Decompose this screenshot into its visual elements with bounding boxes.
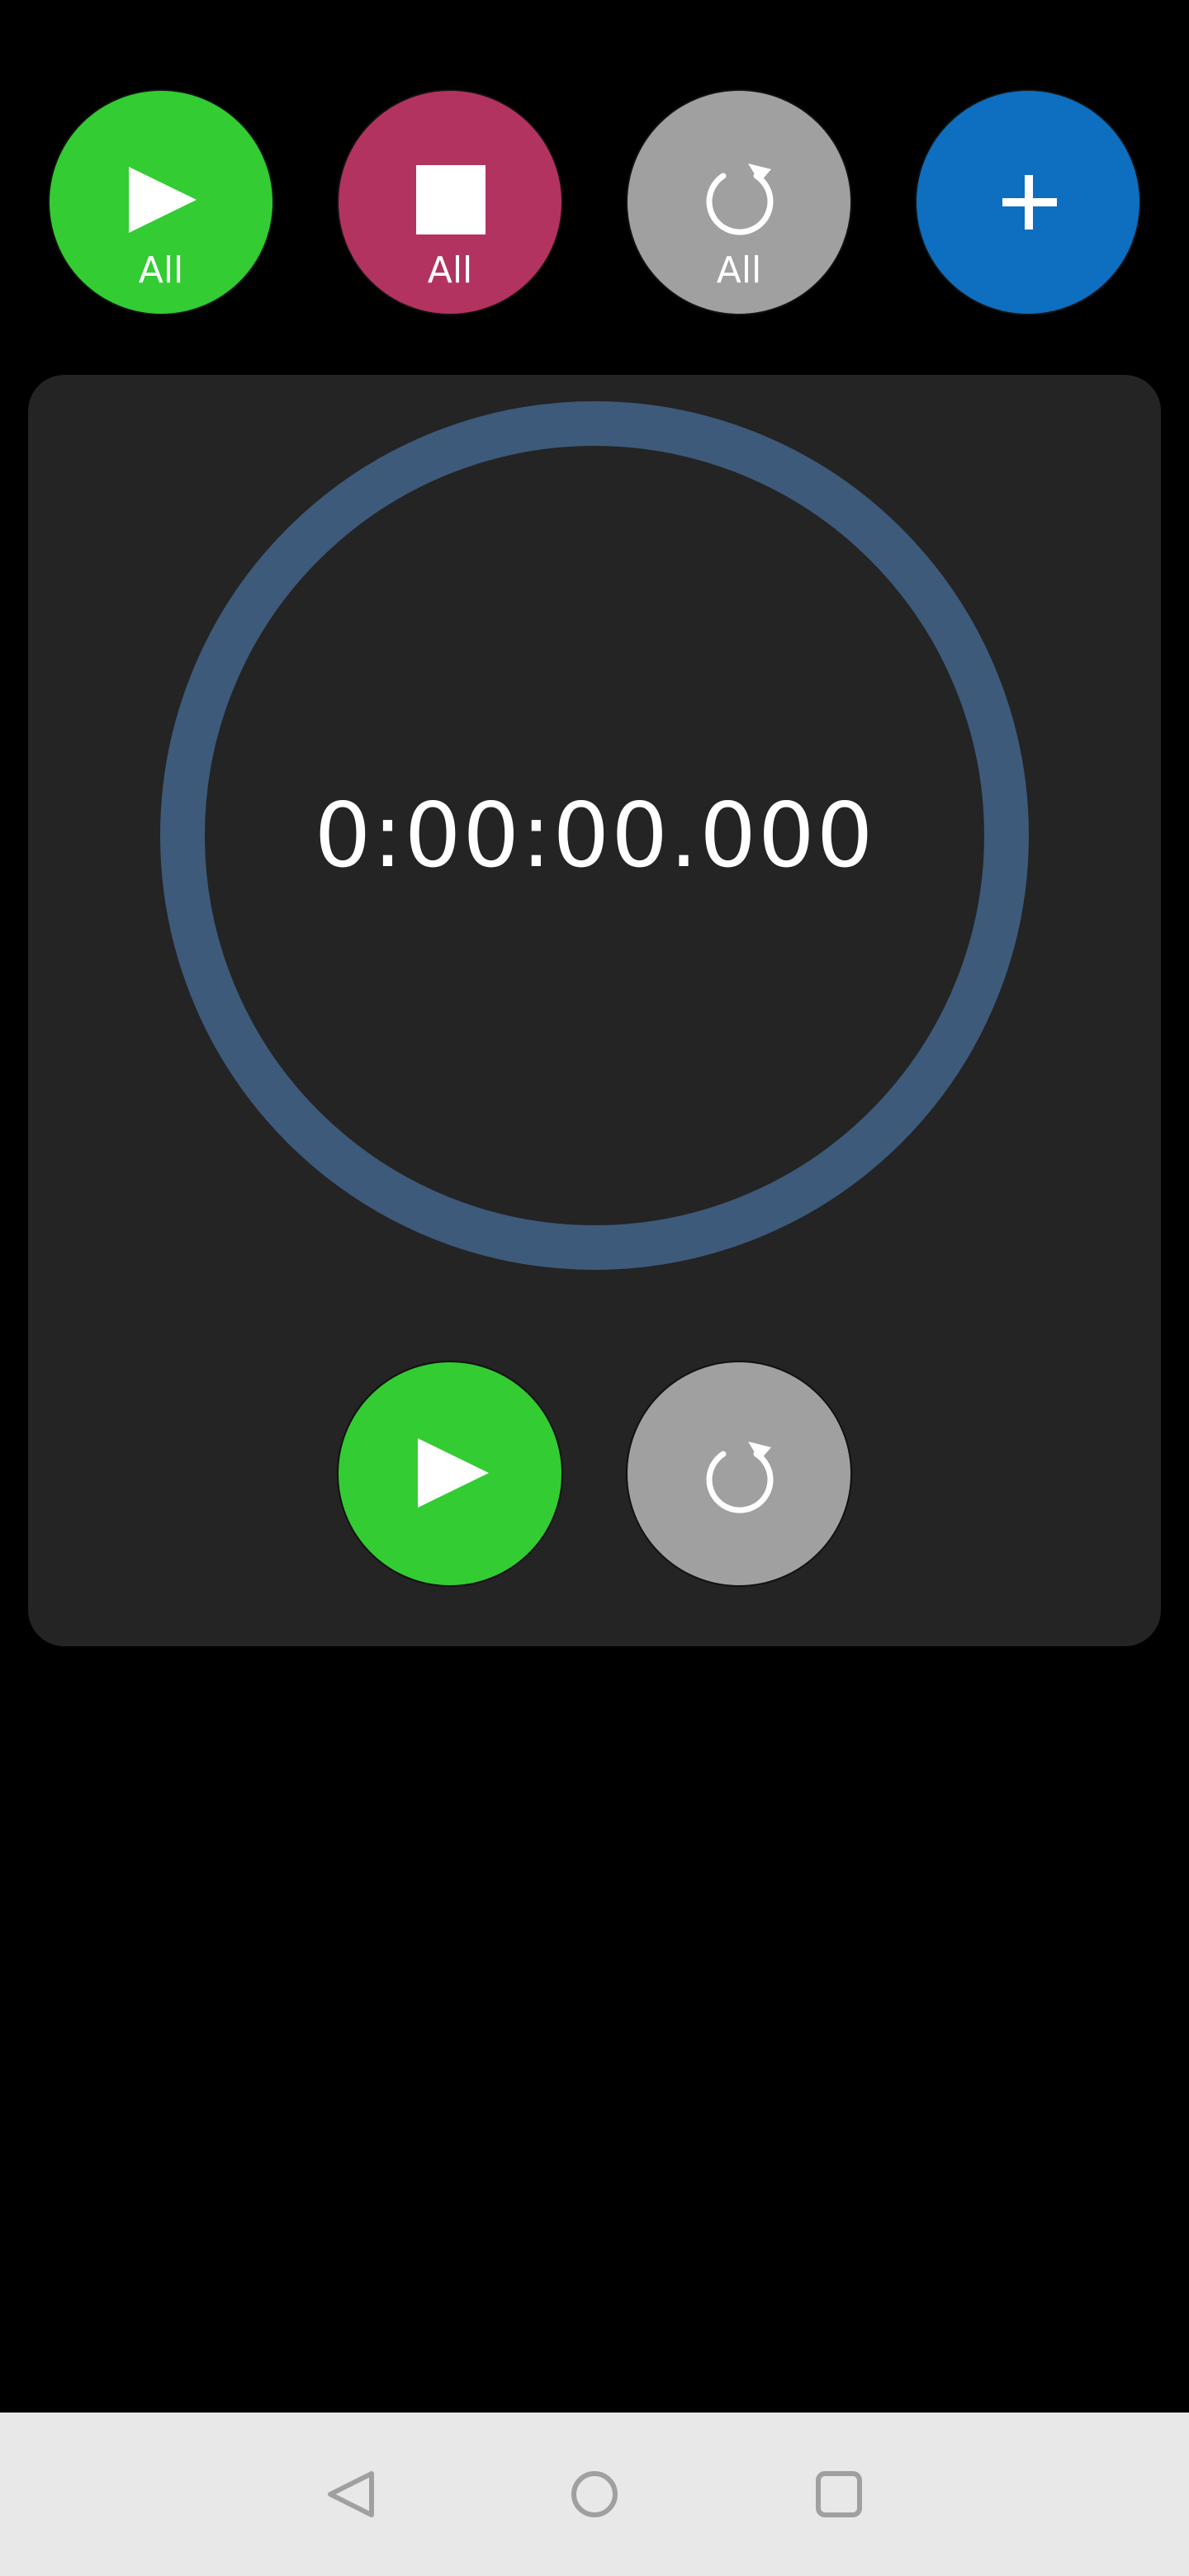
stopwatch-card: 0:00:00.000	[28, 375, 1161, 1646]
reset-button[interactable]	[626, 1361, 852, 1587]
stop-all-label: All	[427, 249, 473, 291]
home-button[interactable]	[553, 2413, 636, 2576]
back-button[interactable]	[310, 2413, 393, 2576]
stop-all-button[interactable]: All	[337, 89, 563, 315]
start-all-button[interactable]: All	[48, 89, 274, 315]
start-button[interactable]	[337, 1361, 563, 1587]
start-all-label: All	[138, 249, 184, 291]
system-navigation-bar	[0, 2413, 1189, 2576]
elapsed-time: 0:00:00.000	[314, 784, 875, 888]
play-icon	[418, 1438, 489, 1508]
reset-all-button[interactable]: All	[626, 89, 852, 315]
add-stopwatch-button[interactable]	[915, 89, 1141, 315]
reset-icon	[706, 1442, 774, 1513]
recents-icon	[816, 2471, 862, 2517]
back-icon	[328, 2471, 374, 2517]
recents-button[interactable]	[798, 2413, 880, 2576]
home-icon	[571, 2471, 618, 2517]
reset-all-label: All	[716, 249, 762, 291]
plus-icon	[1002, 175, 1057, 230]
